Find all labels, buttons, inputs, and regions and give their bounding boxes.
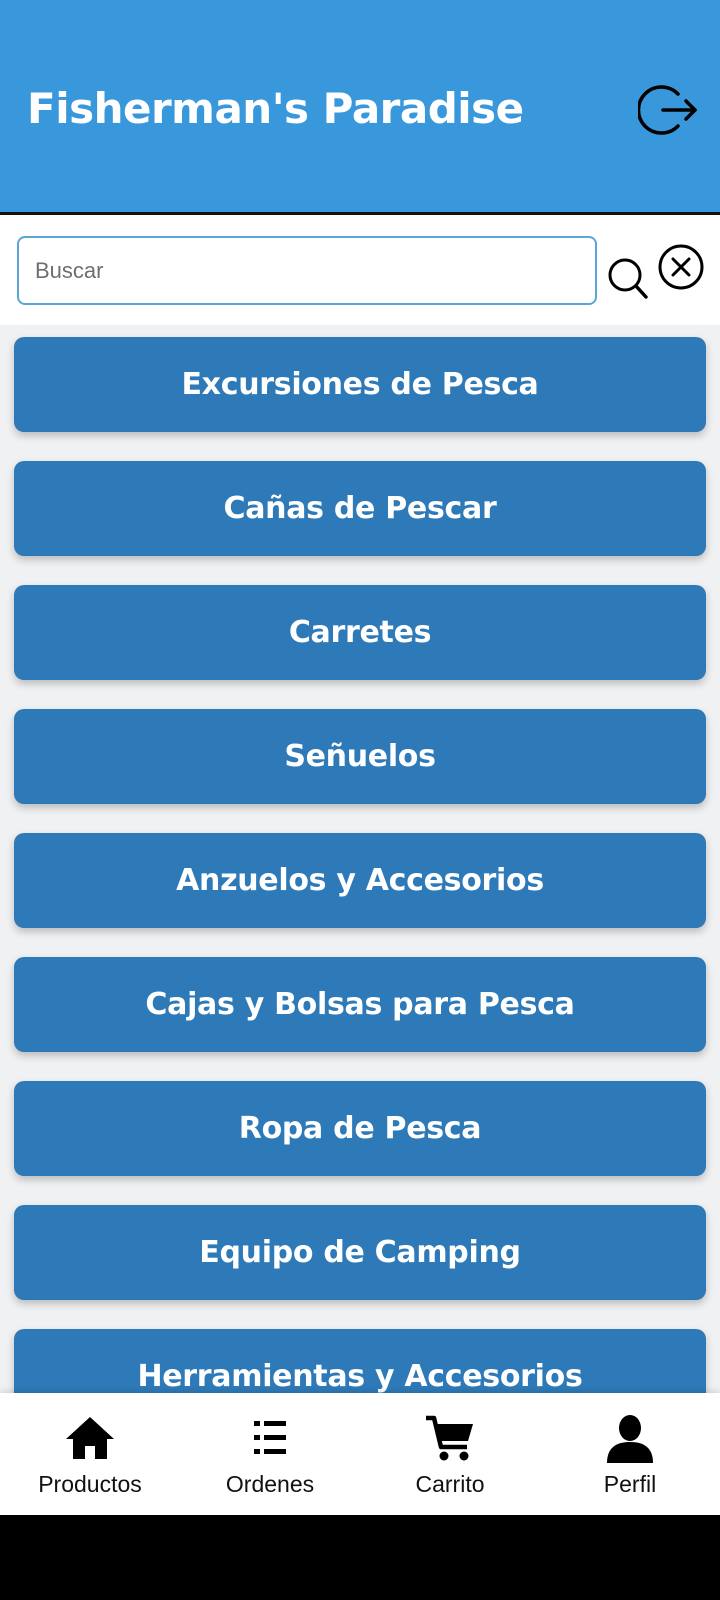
nav-item-perfil[interactable]: Perfil [540, 1393, 720, 1515]
clear-search-button[interactable] [657, 243, 705, 291]
search-input[interactable] [17, 236, 597, 305]
logout-icon [636, 85, 697, 135]
category-button[interactable]: Señuelos [14, 709, 706, 804]
user-icon [607, 1415, 653, 1463]
bottom-navigation: Productos Ordenes Carrito Perfil [0, 1393, 720, 1515]
category-button[interactable]: Equipo de Camping [14, 1205, 706, 1300]
category-button[interactable]: Excursiones de Pesca [14, 337, 706, 432]
nav-item-productos[interactable]: Productos [0, 1393, 180, 1515]
search-bar [0, 215, 720, 325]
system-navigation-bar [0, 1515, 720, 1600]
nav-label: Carrito [415, 1471, 485, 1497]
category-button[interactable]: Anzuelos y Accesorios [14, 833, 706, 928]
page-title: Fisherman's Paradise [27, 84, 524, 133]
cart-icon [426, 1415, 473, 1461]
logout-button[interactable] [636, 80, 698, 140]
nav-item-ordenes[interactable]: Ordenes [180, 1393, 360, 1515]
search-button[interactable] [606, 255, 650, 301]
search-icon [608, 258, 648, 299]
app-screen: Fisherman's Paradise Excursiones [0, 0, 720, 1515]
category-button[interactable]: Cañas de Pescar [14, 461, 706, 556]
home-icon [66, 1417, 114, 1459]
list-icon [254, 1421, 286, 1454]
close-circle-icon [658, 244, 704, 290]
nav-label: Productos [38, 1471, 142, 1497]
nav-label: Ordenes [225, 1471, 315, 1497]
nav-item-carrito[interactable]: Carrito [360, 1393, 540, 1515]
app-header: Fisherman's Paradise [0, 0, 720, 215]
category-button[interactable]: Carretes [14, 585, 706, 680]
category-button[interactable]: Cajas y Bolsas para Pesca [14, 957, 706, 1052]
category-button[interactable]: Ropa de Pesca [14, 1081, 706, 1176]
nav-label: Perfil [603, 1471, 657, 1497]
